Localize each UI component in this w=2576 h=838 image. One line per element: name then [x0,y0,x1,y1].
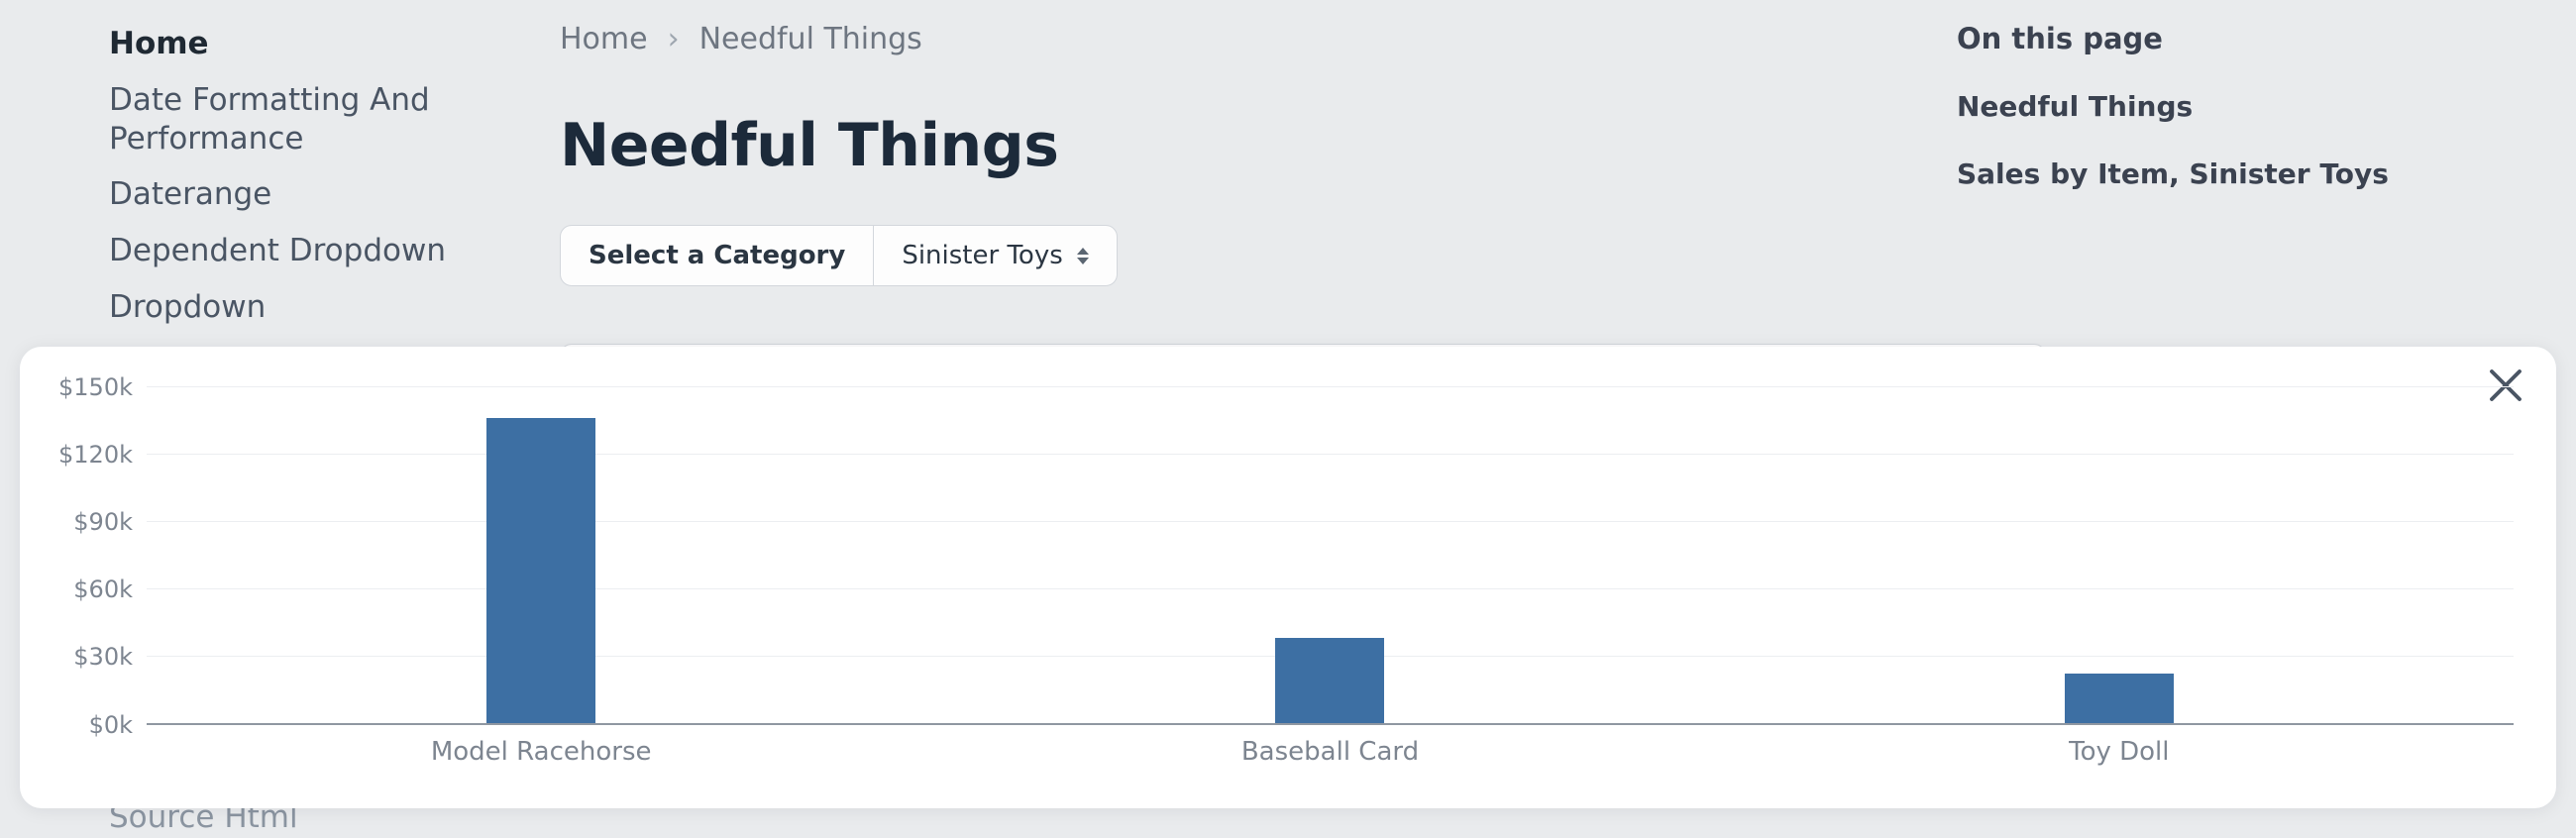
chevron-updown-icon [1077,248,1089,264]
x-tick-label: Baseball Card [935,737,1724,767]
bar[interactable] [2065,674,2174,723]
grid-line: $0k [147,723,2514,725]
chart-overlay: $0k $30k $60k $90k $120k $150k Model Racehors… [20,347,2556,808]
sidebar-item-date-formatting[interactable]: Date Formatting And Performance [109,81,515,158]
bar-slot [147,386,935,723]
y-tick-label: $60k [73,576,133,603]
x-tick-label: Model Racehorse [147,737,935,767]
category-selector-label: Select a Category [561,226,873,285]
category-selector-value-text: Sinister Toys [902,241,1062,270]
bar-slot [1725,386,2514,723]
y-tick-label: $0k [89,711,133,739]
sidebar-item-home[interactable]: Home [109,25,515,63]
main-content: Home › Needful Things Needful Things Sel… [560,22,2046,402]
category-selector[interactable]: Select a Category Sinister Toys [560,225,1118,286]
bar[interactable] [486,418,595,723]
sidebar-item-dependent-dropdown[interactable]: Dependent Dropdown [109,232,515,270]
sidebar-item-dropdown[interactable]: Dropdown [109,288,515,327]
category-selector-value[interactable]: Sinister Toys [873,226,1116,285]
onpage-link-needful-things[interactable]: Needful Things [1957,90,2492,123]
sidebar-item-daterange[interactable]: Daterange [109,175,515,214]
bar-chart: $0k $30k $60k $90k $120k $150k Model Racehors… [48,365,2528,785]
breadcrumb-item-current: Needful Things [699,22,922,56]
sidebar: Home Date Formatting And Performance Dat… [109,25,515,327]
y-tick-label: $150k [58,373,133,401]
chevron-right-icon: › [668,22,680,56]
bar[interactable] [1275,638,1384,723]
on-this-page-nav: On this page Needful Things Sales by Ite… [1957,22,2492,190]
bar-slot [935,386,1724,723]
y-tick-label: $90k [73,508,133,536]
y-tick-label: $120k [58,441,133,469]
page-title: Needful Things [560,111,2046,180]
on-this-page-heading: On this page [1957,22,2492,55]
onpage-link-sales-by-item[interactable]: Sales by Item, Sinister Toys [1957,157,2492,190]
breadcrumb: Home › Needful Things [560,22,2046,56]
breadcrumb-item-home[interactable]: Home [560,22,648,56]
y-tick-label: $30k [73,643,133,671]
x-tick-label: Toy Doll [1725,737,2514,767]
